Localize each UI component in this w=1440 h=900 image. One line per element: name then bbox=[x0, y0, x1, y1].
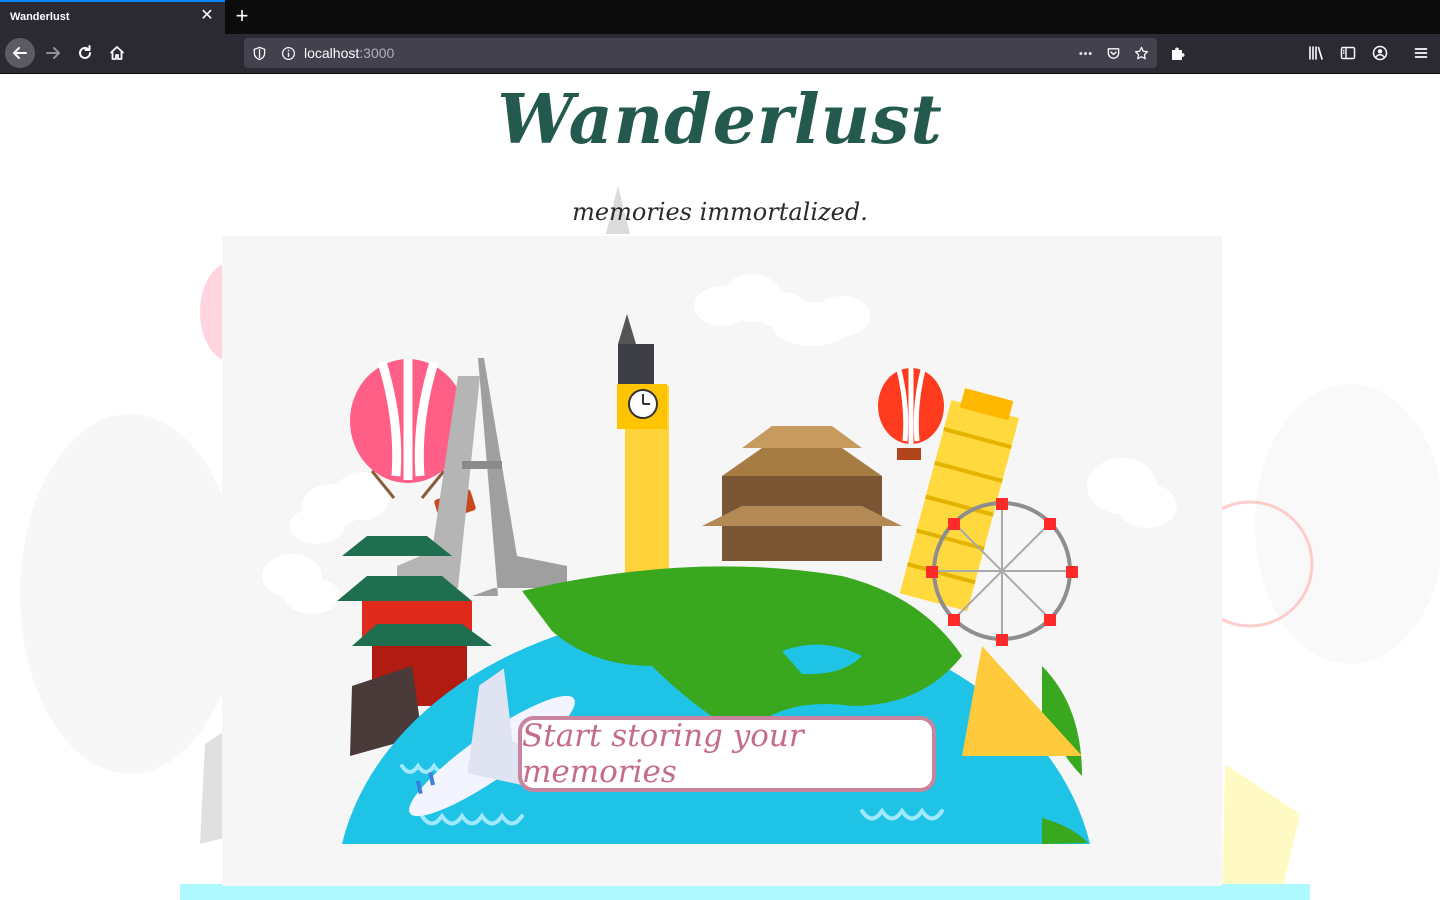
site-title: Wanderlust bbox=[497, 80, 943, 160]
address-bar[interactable]: localhost:3000 bbox=[244, 38, 1157, 68]
url-host: localhost bbox=[304, 45, 360, 61]
shield-icon[interactable] bbox=[251, 45, 267, 61]
sidebar-icon[interactable] bbox=[1333, 38, 1363, 68]
new-tab-icon[interactable]: + bbox=[230, 3, 254, 29]
info-icon[interactable] bbox=[280, 45, 296, 61]
url-port: :3000 bbox=[359, 45, 395, 61]
reload-icon[interactable] bbox=[70, 38, 100, 68]
menu-icon[interactable] bbox=[1406, 38, 1436, 68]
tab-strip: Wanderlust ✕ + bbox=[0, 0, 1440, 34]
pocket-icon[interactable] bbox=[1105, 45, 1121, 61]
home-icon[interactable] bbox=[102, 38, 132, 68]
extensions-icon[interactable] bbox=[1163, 38, 1193, 68]
star-icon[interactable] bbox=[1133, 45, 1149, 61]
page-viewport: Wanderlust memories immortalized. Start … bbox=[0, 74, 1440, 900]
url-text[interactable]: localhost:3000 bbox=[304, 45, 394, 61]
tab-title: Wanderlust bbox=[10, 11, 70, 23]
back-arrow-icon[interactable] bbox=[5, 38, 35, 68]
library-icon[interactable] bbox=[1301, 38, 1331, 68]
site-tagline: memories immortalized. bbox=[572, 198, 868, 226]
more-icon[interactable] bbox=[1077, 45, 1093, 61]
close-tab-icon[interactable]: ✕ bbox=[198, 7, 216, 25]
forward-arrow-icon[interactable] bbox=[38, 38, 68, 68]
start-storing-memories-button[interactable]: Start storing your memories bbox=[518, 716, 936, 792]
navigation-toolbar: localhost:3000 bbox=[0, 34, 1440, 74]
active-tab[interactable]: Wanderlust ✕ bbox=[0, 0, 225, 34]
account-icon[interactable] bbox=[1365, 38, 1395, 68]
